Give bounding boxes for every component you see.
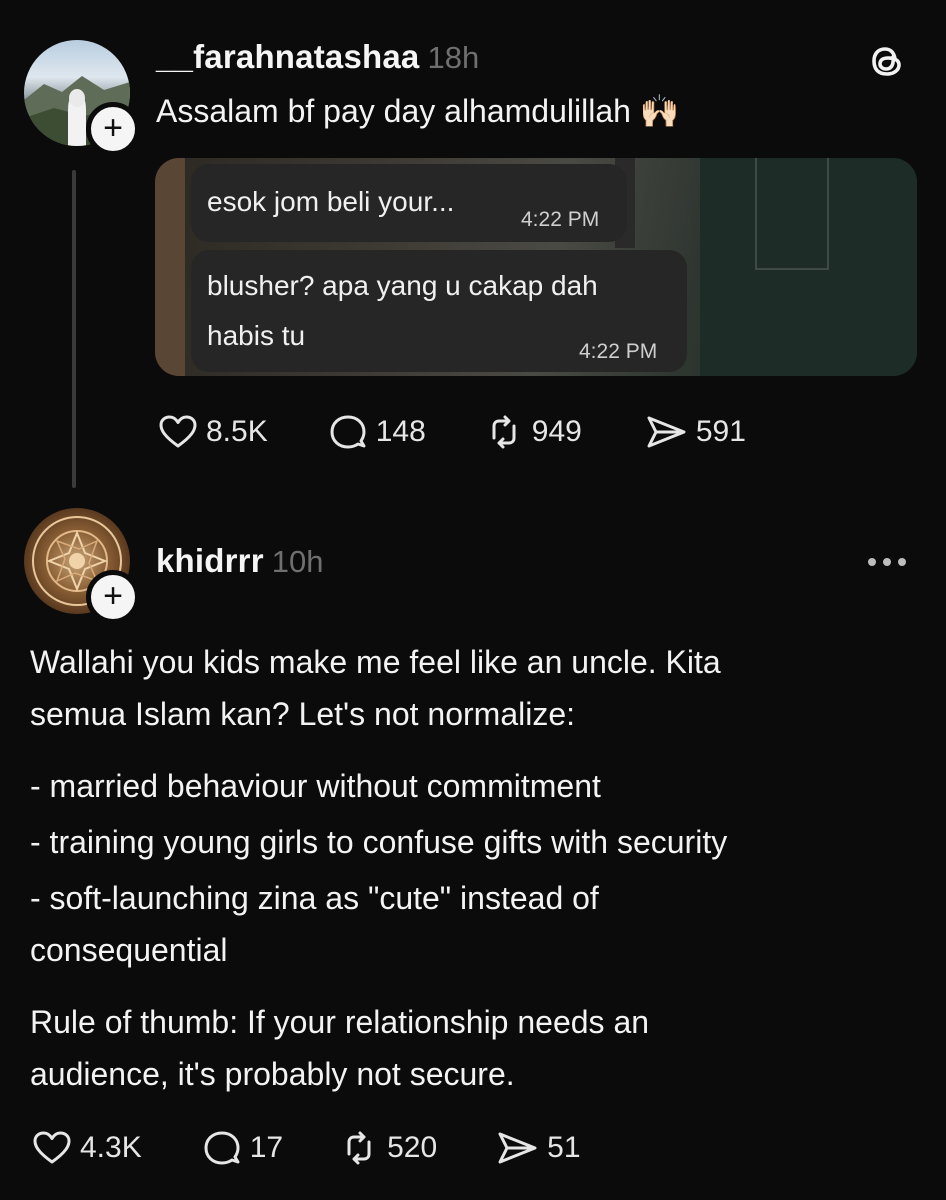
repost-icon [492,415,516,449]
chat-bubble-2-line1: blusher? apa yang u cakap dah [207,270,598,301]
post2-paragraph1-line2: semua Islam kan? Let's not normalize: [30,696,576,732]
post1-image-attachment[interactable]: esok jom beli your... 4:22 PM blusher? a… [155,158,917,376]
chat-bubble-1-time: 4:22 PM [521,208,600,231]
plus-icon: + [103,108,123,147]
post-time: 18h [427,40,480,75]
repost-icon [347,1131,371,1165]
send-icon [647,416,686,448]
repost-count: 520 [387,1131,438,1164]
send-icon [498,1132,537,1164]
like-button[interactable]: 8.5K [158,412,268,452]
post2-paragraph1-line1: Wallahi you kids make me feel like an un… [30,644,721,680]
post2-list-line1: - married behaviour without commitment [30,768,601,804]
comment-icon [204,1131,240,1165]
share-button[interactable]: 51 [495,1128,581,1168]
reply-count: 17 [249,1131,284,1164]
post2-list-line3: - soft-launching zina as "cute" instead … [30,880,599,916]
chat-bubble-1-text: esok jom beli your... [207,186,455,217]
heart-icon [159,415,197,448]
threads-logo-icon[interactable] [866,40,908,87]
post2-list-line2: - training young girls to confuse gifts … [30,824,728,860]
post1-text: Assalam bf pay day alhamdulillah 🙌🏻 [156,93,680,129]
chat-bubble-2-line2: habis tu [207,320,306,351]
share-button[interactable]: 591 [644,412,746,452]
follow-button-khidrrr[interactable]: + [86,570,140,624]
post2-header: khidrrr 10h [156,542,324,580]
scene-left-edge [155,158,185,376]
chat-bubble-1: esok jom beli your... 4:22 PM [191,164,627,242]
like-count: 8.5K [206,415,268,448]
more-horizontal-icon[interactable] [868,558,906,566]
repost-count: 949 [531,415,582,448]
reply-button[interactable]: 17 [202,1128,283,1168]
thread-connector-line [72,170,76,488]
post2-actions: 4.3K 17 520 51 [32,1128,581,1168]
like-button[interactable]: 4.3K [32,1128,142,1168]
username[interactable]: khidrrr [156,542,264,579]
post2-paragraph2-line2: audience, it's probably not secure. [30,1056,515,1092]
share-count: 591 [695,415,746,448]
post2-paragraph2-line1: Rule of thumb: If your relationship need… [30,1004,650,1040]
post2-list-line4: consequential [30,932,228,968]
plus-icon: + [103,576,123,615]
post-time: 10h [271,544,324,579]
heart-icon [33,1131,71,1164]
scene-sign [755,158,829,270]
post1-actions: 8.5K 148 949 591 [158,412,746,452]
post1-header: __farahnatashaa 18h [156,38,479,76]
like-count: 4.3K [80,1131,142,1164]
chat-bubble-2-time: 4:22 PM [579,340,658,363]
post2-text: Wallahi you kids make me feel like an un… [30,636,930,1100]
chat-bubble-2: blusher? apa yang u cakap dah habis tu 4… [191,250,687,372]
username[interactable]: __farahnatashaa [156,38,419,75]
share-count: 51 [547,1131,581,1164]
comment-icon [330,415,366,449]
reply-count: 148 [375,415,426,448]
follow-button-farahnatashaa[interactable]: + [86,102,140,156]
repost-button[interactable]: 520 [339,1128,437,1168]
reply-button[interactable]: 148 [328,412,426,452]
repost-button[interactable]: 949 [484,412,582,452]
